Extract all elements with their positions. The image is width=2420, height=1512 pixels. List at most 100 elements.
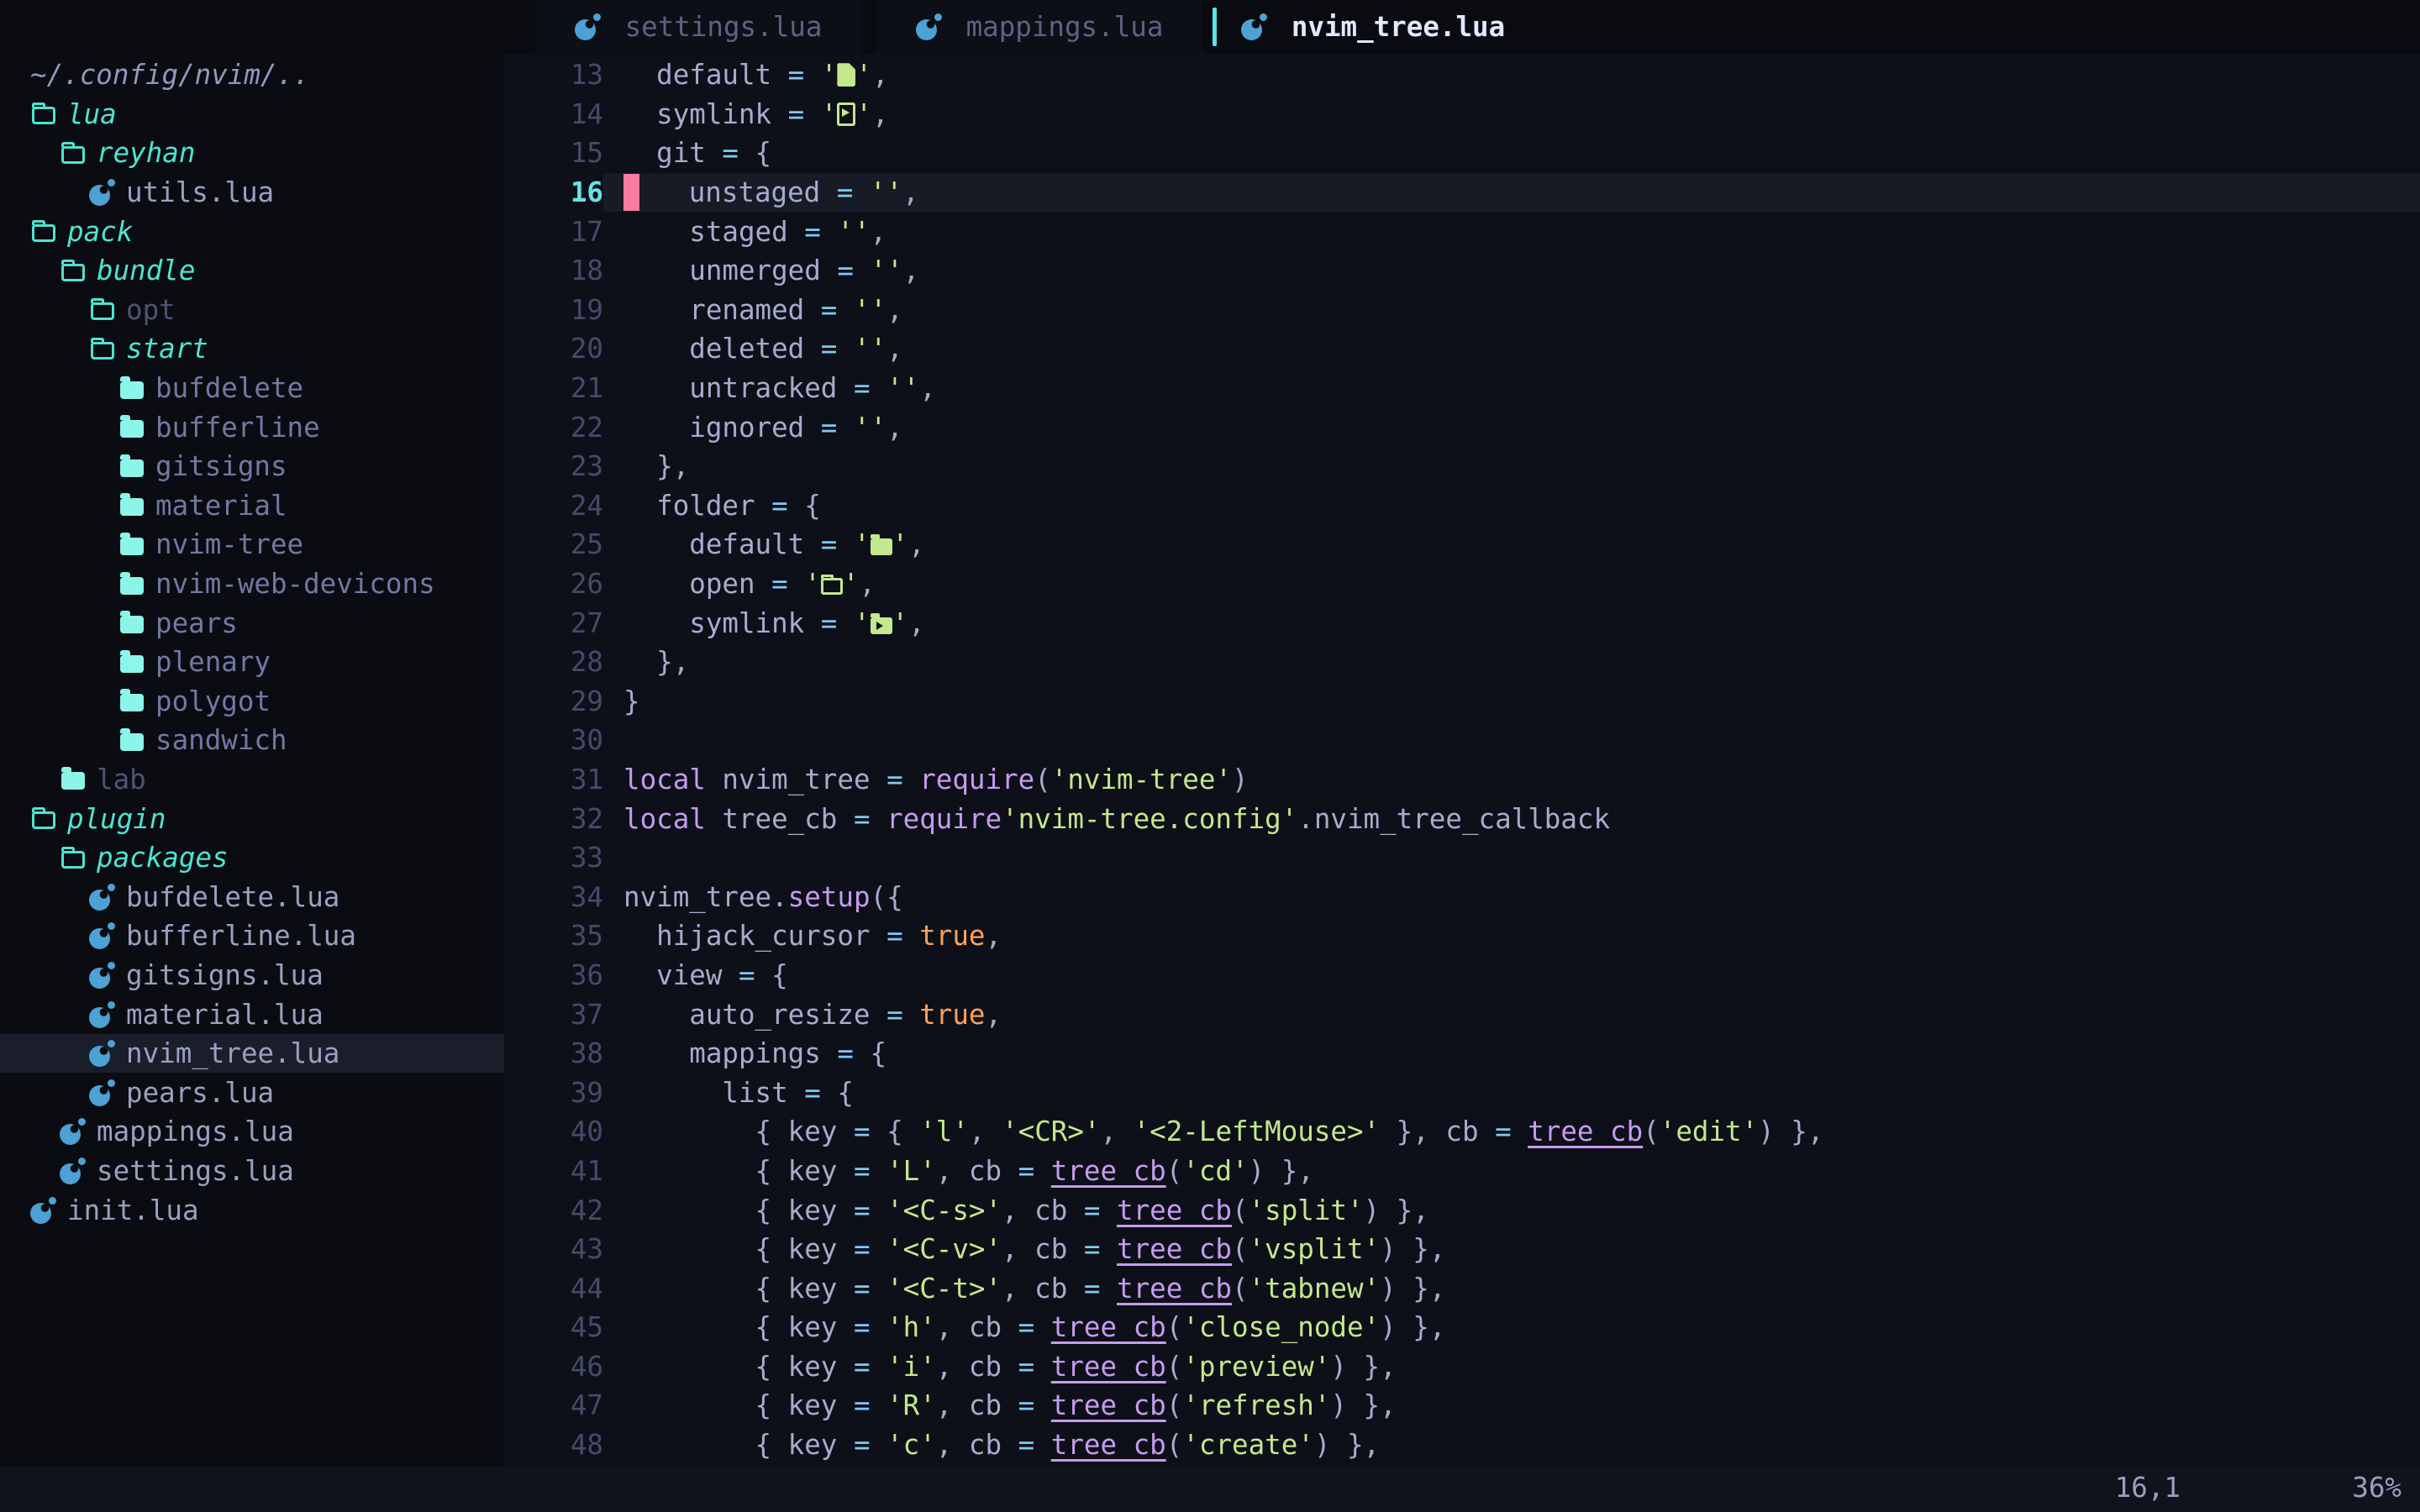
code-token: =: [821, 1037, 871, 1069]
code-line-35[interactable]: 35 hijack_cursor = true,: [504, 916, 2420, 956]
code-token: 'cd': [1182, 1155, 1248, 1187]
folder-filled-icon: [120, 381, 144, 399]
tab-mappings.lua[interactable]: mappings.lua: [876, 0, 1202, 54]
code-line-44[interactable]: 44 { key = '<C-t>', cb = tree_cb('tabnew…: [504, 1268, 2420, 1308]
tree-item-nvim-web-devicons[interactable]: nvim-web-devicons: [0, 564, 504, 604]
code-token: =: [837, 1389, 886, 1421]
tab-nvim_tree.lua[interactable]: nvim_tree.lua: [1217, 0, 1529, 54]
code-line-14[interactable]: 14 symlink = '',: [504, 95, 2420, 134]
tree-root-path[interactable]: ~/.config/nvim/..: [0, 55, 504, 95]
tree-item-settings.lua[interactable]: settings.lua: [0, 1152, 504, 1191]
tree-item-label: pears.lua: [126, 1077, 274, 1109]
code-line-32[interactable]: 32local tree_cb = require'nvim-tree.conf…: [504, 799, 2420, 838]
tree-item-lua[interactable]: lua: [0, 95, 504, 134]
code-token: 'L': [886, 1155, 936, 1187]
code-token: =: [837, 1155, 886, 1187]
code-line-42[interactable]: 42 { key = '<C-s>', cb = tree_cb('split'…: [504, 1190, 2420, 1230]
code-token: ,: [919, 372, 936, 404]
code-line-39[interactable]: 39 list = {: [504, 1073, 2420, 1112]
code-text: staged = '',: [603, 212, 2420, 251]
code-line-29[interactable]: 29}: [504, 682, 2420, 722]
code-token: (: [1232, 1273, 1249, 1305]
code-token: ': [854, 528, 871, 560]
code-line-43[interactable]: 43 { key = '<C-v>', cb = tree_cb('vsplit…: [504, 1230, 2420, 1269]
tree-item-plugin[interactable]: plugin: [0, 799, 504, 838]
code-line-17[interactable]: 17 staged = '',: [504, 212, 2420, 251]
tree-item-gitsigns[interactable]: gitsigns: [0, 447, 504, 486]
tree-item-label: gitsigns.lua: [126, 959, 324, 991]
tree-item-mappings.lua[interactable]: mappings.lua: [0, 1112, 504, 1152]
tree-item-sandwich[interactable]: sandwich: [0, 721, 504, 760]
cursor-block: [623, 174, 639, 211]
code-line-41[interactable]: 41 { key = 'L', cb = tree_cb('cd') },: [504, 1152, 2420, 1191]
code-line-47[interactable]: 47 { key = 'R', cb = tree_cb('refresh') …: [504, 1386, 2420, 1425]
tree-item-init.lua[interactable]: init.lua: [0, 1190, 504, 1230]
code-token: (: [1166, 1351, 1183, 1383]
code-line-33[interactable]: 33: [504, 838, 2420, 878]
tree-item-bufdelete.lua[interactable]: bufdelete.lua: [0, 877, 504, 916]
tree-item-start[interactable]: start: [0, 329, 504, 369]
tree-item-pears[interactable]: pears: [0, 603, 504, 643]
tree-item-packages[interactable]: packages: [0, 838, 504, 878]
tab-settings.lua[interactable]: settings.lua: [535, 0, 861, 54]
code-line-24[interactable]: 24 folder = {: [504, 486, 2420, 526]
code-token: ': [855, 98, 872, 130]
code-line-40[interactable]: 40 { key = { 'l', '<CR>', '<2-LeftMouse>…: [504, 1112, 2420, 1152]
tree-item-utils.lua[interactable]: utils.lua: [0, 173, 504, 213]
code-token: require: [886, 803, 1002, 835]
code-token: ,: [886, 294, 903, 326]
code-line-20[interactable]: 20 deleted = '',: [504, 329, 2420, 369]
tree-item-bufferline[interactable]: bufferline: [0, 407, 504, 447]
file-symlink-icon: [837, 102, 855, 126]
tree-item-label: gitsigns: [155, 450, 287, 482]
code-line-31[interactable]: 31local nvim_tree = require('nvim-tree'): [504, 760, 2420, 800]
tree-item-polygot[interactable]: polygot: [0, 682, 504, 722]
tree-item-bundle[interactable]: bundle: [0, 251, 504, 291]
line-number: 17: [504, 216, 603, 248]
tree-item-nvim-tree[interactable]: nvim-tree: [0, 525, 504, 564]
code-line-30[interactable]: 30: [504, 721, 2420, 760]
code-line-46[interactable]: 46 { key = 'i', cb = tree_cb('preview') …: [504, 1347, 2420, 1387]
code-line-38[interactable]: 38 mappings = {: [504, 1034, 2420, 1074]
tree-item-material.lua[interactable]: material.lua: [0, 995, 504, 1034]
code-line-16[interactable]: 16 unstaged = '',: [504, 173, 2420, 213]
tree-item-reyhan[interactable]: reyhan: [0, 134, 504, 173]
lua-file-icon: [60, 1118, 87, 1145]
code-token: 'vsplit': [1249, 1233, 1381, 1265]
code-editor[interactable]: 13 default = '',14 symlink = '',15 git =…: [504, 54, 2420, 1467]
lua-file-icon: [89, 1040, 116, 1067]
tree-item-pack[interactable]: pack: [0, 212, 504, 251]
code-line-34[interactable]: 34nvim_tree.setup({: [504, 877, 2420, 916]
code-line-25[interactable]: 25 default = '',: [504, 525, 2420, 564]
code-line-23[interactable]: 23 },: [504, 447, 2420, 486]
code-token: (: [1166, 1155, 1183, 1187]
code-line-27[interactable]: 27 symlink = '',: [504, 603, 2420, 643]
code-line-26[interactable]: 26 open = '',: [504, 564, 2420, 604]
tree-item-nvim_tree.lua[interactable]: nvim_tree.lua: [0, 1034, 504, 1074]
tree-item-bufferline.lua[interactable]: bufferline.lua: [0, 916, 504, 956]
code-token: =: [1002, 1155, 1051, 1187]
code-line-28[interactable]: 28 },: [504, 643, 2420, 682]
code-text: [603, 838, 2420, 878]
tree-item-pears.lua[interactable]: pears.lua: [0, 1073, 504, 1112]
code-line-36[interactable]: 36 view = {: [504, 956, 2420, 995]
code-line-19[interactable]: 19 renamed = '',: [504, 291, 2420, 330]
tree-item-bufdelete[interactable]: bufdelete: [0, 369, 504, 408]
tree-item-plenary[interactable]: plenary: [0, 643, 504, 682]
tree-item-opt[interactable]: opt: [0, 291, 504, 330]
tree-item-lab[interactable]: lab: [0, 760, 504, 800]
code-line-18[interactable]: 18 unmerged = '',: [504, 251, 2420, 291]
code-line-15[interactable]: 15 git = {: [504, 134, 2420, 173]
code-line-45[interactable]: 45 { key = 'h', cb = tree_cb('close_node…: [504, 1308, 2420, 1347]
code-line-37[interactable]: 37 auto_resize = true,: [504, 995, 2420, 1034]
code-token: ': [892, 528, 909, 560]
code-line-22[interactable]: 22 ignored = '',: [504, 407, 2420, 447]
tree-item-material[interactable]: material: [0, 486, 504, 526]
code-line-13[interactable]: 13 default = '',: [504, 55, 2420, 95]
code-line-21[interactable]: 21 untracked = '',: [504, 369, 2420, 408]
code-line-48[interactable]: 48 { key = 'c', cb = tree_cb('create') }…: [504, 1425, 2420, 1465]
tree-item-gitsigns.lua[interactable]: gitsigns.lua: [0, 956, 504, 995]
code-token: hijack_cursor: [623, 920, 871, 952]
line-number: 26: [504, 568, 603, 600]
code-token: =: [871, 920, 920, 952]
